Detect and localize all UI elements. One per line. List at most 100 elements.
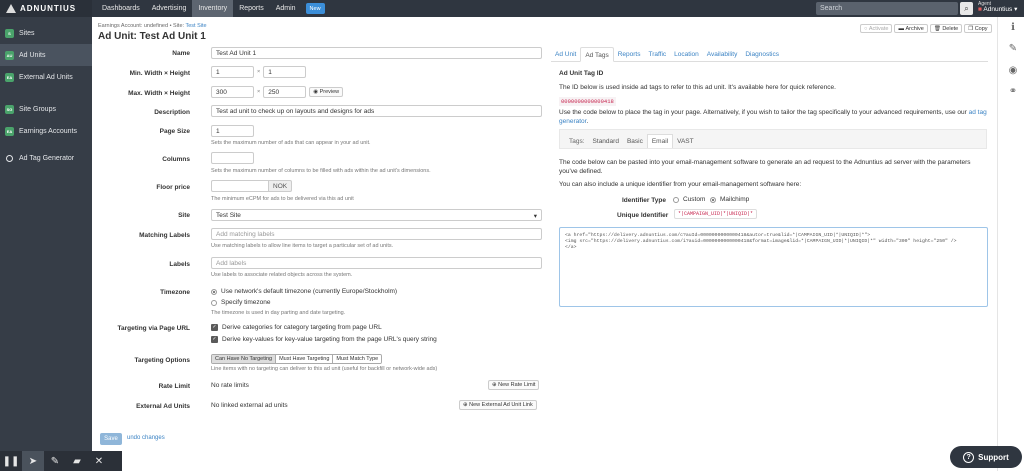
min-height-input[interactable]: 1 bbox=[263, 66, 307, 78]
option-must-have-targeting[interactable]: Must Have Targeting bbox=[276, 355, 334, 363]
floor-price-label: Floor price bbox=[156, 184, 190, 191]
copy-button[interactable]: ❐ Copy bbox=[964, 24, 992, 33]
description-input[interactable]: Test ad unit to check up on layouts and … bbox=[211, 105, 542, 117]
external-ad-units-icon: EA bbox=[5, 72, 14, 82]
timezone-specify-option[interactable]: Specify timezone bbox=[211, 299, 271, 306]
new-button[interactable]: New bbox=[305, 3, 325, 14]
external-ad-units-label: External Ad Units bbox=[136, 403, 190, 410]
max-height-input[interactable]: 250 bbox=[263, 86, 307, 98]
trash-icon: 🗑 bbox=[933, 25, 941, 32]
subtab-vast[interactable]: VAST bbox=[673, 134, 698, 148]
timezone-label: Timezone bbox=[160, 289, 190, 296]
matching-labels-input[interactable]: Add matching labels bbox=[211, 228, 542, 240]
undo-changes-link[interactable]: undo changes bbox=[127, 435, 165, 441]
subtab-standard[interactable]: Standard bbox=[589, 134, 623, 148]
support-button[interactable]: ? Support bbox=[950, 446, 1022, 468]
floor-price-input[interactable] bbox=[211, 180, 269, 192]
breadcrumb-account[interactable]: undefined bbox=[144, 23, 168, 29]
preview-button[interactable]: ◉ Preview bbox=[309, 87, 344, 97]
subtab-email[interactable]: Email bbox=[646, 134, 674, 148]
pencil-icon[interactable]: ✎ bbox=[1005, 43, 1021, 54]
search-input[interactable]: Search bbox=[816, 2, 958, 15]
sidebar-item-earnings-accounts[interactable]: EA Earnings Accounts bbox=[0, 120, 92, 142]
labels-row: Labels bbox=[98, 261, 200, 268]
sidebar-item-ad-units[interactable]: AU Ad Units bbox=[0, 44, 92, 66]
description-row: Description bbox=[98, 109, 200, 116]
option-must-match-type[interactable]: Must Match Type bbox=[333, 355, 382, 363]
users-icon[interactable]: ⚭ bbox=[1005, 86, 1021, 97]
sidebar-item-site-groups[interactable]: SG Site Groups bbox=[0, 98, 92, 120]
save-button[interactable]: Save bbox=[100, 433, 122, 445]
matching-labels-help: Use matching labels to allow line items … bbox=[211, 243, 394, 249]
site-label: Site bbox=[178, 212, 190, 219]
targeting-url-row: Targeting via Page URL bbox=[98, 325, 200, 332]
tab-reports[interactable]: Reports bbox=[614, 47, 645, 62]
archive-button[interactable]: ▬ Archive bbox=[894, 24, 928, 33]
activate-button[interactable]: ○ Activate bbox=[860, 24, 893, 33]
rate-limit-row: Rate Limit bbox=[98, 383, 200, 390]
identifier-mailchimp-option[interactable]: Mailchimp bbox=[710, 196, 749, 203]
columns-input[interactable] bbox=[211, 152, 254, 164]
timezone-row: Timezone bbox=[98, 289, 200, 296]
labels-input[interactable]: Add labels bbox=[211, 257, 542, 269]
top-navbar: ADNUNTIUS Dashboards Advertising Invento… bbox=[0, 0, 1024, 17]
detail-tabs: Ad Unit Ad Tags Reports Traffic Location… bbox=[551, 47, 988, 62]
new-rate-limit-button[interactable]: ⊕ New Rate Limit bbox=[488, 380, 540, 390]
external-ad-units-row: External Ad Units bbox=[98, 403, 200, 410]
derive-categories-checkbox[interactable]: ✓ Derive categories for category targetin… bbox=[211, 324, 382, 331]
nav-inventory[interactable]: Inventory bbox=[192, 0, 234, 17]
support-label: Support bbox=[978, 452, 1009, 462]
tag-id-intro: The ID below is used inside ad tags to r… bbox=[559, 84, 836, 91]
subtab-basic[interactable]: Basic bbox=[623, 134, 647, 148]
ad-units-icon: AU bbox=[5, 50, 14, 60]
new-external-link-button[interactable]: ⊕ New External Ad Unit Link bbox=[459, 400, 537, 410]
user-name: ■ Adnuntius ▾ bbox=[978, 6, 1017, 13]
pen-icon[interactable]: ✎ bbox=[44, 451, 66, 471]
tab-traffic[interactable]: Traffic bbox=[644, 47, 670, 62]
breadcrumb-site[interactable]: Test Site bbox=[186, 23, 207, 29]
tab-ad-unit[interactable]: Ad Unit bbox=[551, 47, 580, 62]
name-input[interactable]: Test Ad Unit 1 bbox=[211, 47, 542, 59]
option-no-targeting[interactable]: Can Have No Targeting bbox=[212, 355, 277, 363]
new-rate-limit-label: New Rate Limit bbox=[498, 382, 536, 388]
site-select[interactable]: Test Site ▾ bbox=[211, 209, 542, 221]
sidebar-item-sites[interactable]: S Sites bbox=[0, 22, 92, 44]
nav-dashboards[interactable]: Dashboards bbox=[96, 0, 146, 17]
tab-diagnostics[interactable]: Diagnostics bbox=[741, 47, 783, 62]
nav-advertising[interactable]: Advertising bbox=[146, 0, 193, 17]
user-menu[interactable]: Agent ■ Adnuntius ▾ bbox=[978, 1, 1017, 13]
tab-location[interactable]: Location bbox=[670, 47, 703, 62]
nav-reports[interactable]: Reports bbox=[233, 0, 270, 17]
close-icon[interactable]: ✕ bbox=[88, 451, 110, 471]
earnings-accounts-icon: EA bbox=[5, 126, 14, 136]
email-tag-code[interactable]: <a href="https://delivery.adnuntius.com/… bbox=[559, 227, 988, 307]
timezone-help: The timezone is used in day parting and … bbox=[211, 310, 346, 316]
tab-ad-tags[interactable]: Ad Tags bbox=[580, 47, 614, 62]
delete-button[interactable]: 🗑 Delete bbox=[929, 24, 963, 33]
identifier-custom-option[interactable]: Custom bbox=[673, 196, 705, 203]
logo[interactable]: ADNUNTIUS bbox=[0, 0, 92, 17]
sidebar: S Sites AU Ad Units EA External Ad Units SG… bbox=[0, 17, 92, 471]
search-button[interactable]: ⌕ bbox=[960, 2, 973, 15]
min-size-label: Min. Width × Height bbox=[129, 70, 190, 77]
tab-availability[interactable]: Availability bbox=[703, 47, 742, 62]
derive-categories-label: Derive categories for category targeting… bbox=[222, 324, 382, 331]
min-width-input[interactable]: 1 bbox=[211, 66, 254, 78]
sidebar-item-external-ad-units[interactable]: EA External Ad Units bbox=[0, 66, 92, 88]
checkbox-checked-icon: ✓ bbox=[211, 336, 218, 343]
targeting-options-segmented: Can Have No Targeting Must Have Targetin… bbox=[211, 354, 383, 364]
max-width-input[interactable]: 300 bbox=[211, 86, 254, 98]
nav-admin[interactable]: Admin bbox=[270, 0, 302, 17]
unique-identifier-input[interactable]: *|CAMPAIGN_UID|*|UNIQID|* bbox=[674, 209, 758, 219]
eraser-icon[interactable]: ▰ bbox=[66, 451, 88, 471]
email-intro-text: The code below can be pasted into your e… bbox=[559, 159, 971, 175]
sidebar-item-ad-tag-generator[interactable]: Ad Tag Generator bbox=[0, 147, 92, 169]
eye-icon[interactable]: ◉ bbox=[1005, 65, 1021, 76]
page-size-input[interactable]: 1 bbox=[211, 125, 254, 137]
derive-keyvalues-checkbox[interactable]: ✓ Derive key-values for key-value targeti… bbox=[211, 336, 437, 343]
pointer-icon[interactable]: ➤ bbox=[22, 451, 44, 471]
pause-icon[interactable]: ❚❚ bbox=[0, 451, 22, 471]
info-icon[interactable]: ℹ bbox=[1005, 22, 1021, 33]
floor-currency: NOK bbox=[269, 180, 292, 192]
timezone-default-option[interactable]: Use network's default timezone (currentl… bbox=[211, 288, 397, 295]
